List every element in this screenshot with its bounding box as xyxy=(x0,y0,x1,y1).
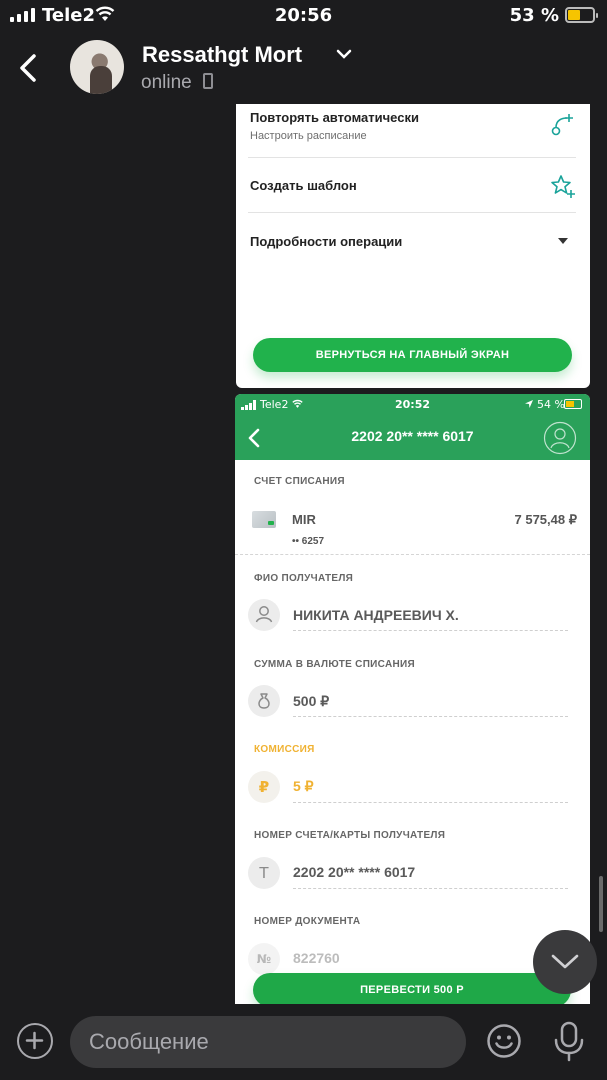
document-label: НОМЕР ДОКУМЕНТА xyxy=(254,916,361,927)
commission-label: КОМИССИЯ xyxy=(254,744,315,755)
field-underline xyxy=(293,630,568,631)
divider xyxy=(248,212,576,213)
amount-label: СУММА В ВАЛЮТЕ СПИСАНИЯ xyxy=(254,659,415,670)
money-bag-icon xyxy=(248,685,280,717)
receipt-screenshot[interactable]: Повторять автоматически Настроить распис… xyxy=(236,104,590,388)
card-balance: 7 575,48 ₽ xyxy=(514,512,578,527)
divider xyxy=(235,554,590,555)
template-title: Создать шаблон xyxy=(250,178,357,193)
recipient-card-number: 2202 20** **** 6017 xyxy=(293,864,416,880)
recipient-name: НИКИТА АНДРЕЕВИЧ Х. xyxy=(293,607,459,623)
transfer-header: 2202 20** **** 6017 xyxy=(235,416,590,460)
battery-percent: 53 % xyxy=(509,5,559,26)
message-input[interactable] xyxy=(70,1016,466,1068)
chevron-down-icon xyxy=(551,954,579,969)
emoji-icon[interactable] xyxy=(486,1023,522,1059)
commission-value: 5 ₽ xyxy=(293,778,314,794)
recipient-card-label: НОМЕР СЧЕТА/КАРТЫ ПОЛУЧАТЕЛЯ xyxy=(254,830,446,841)
card-number: •• 6257 xyxy=(292,536,325,547)
return-home-button[interactable]: ВЕРНУТЬСЯ НА ГЛАВНЫЙ ЭКРАН xyxy=(253,338,572,372)
battery-icon xyxy=(565,7,598,23)
card-icon xyxy=(252,511,276,528)
mobile-device-icon xyxy=(203,73,213,89)
profile-icon[interactable] xyxy=(543,421,577,455)
repeat-title: Повторять автоматически xyxy=(250,110,419,125)
star-add-icon xyxy=(551,175,575,198)
microphone-icon[interactable] xyxy=(551,1020,587,1062)
inner-battery-percent: 54 % xyxy=(537,398,565,411)
back-arrow-icon[interactable] xyxy=(14,48,44,88)
field-underline xyxy=(293,888,568,889)
debit-account-label: СЧЕТ СПИСАНИЯ xyxy=(254,476,345,487)
plus-icon xyxy=(25,1031,44,1050)
card-name: MIR xyxy=(292,512,316,527)
field-underline xyxy=(293,716,568,717)
scroll-down-button[interactable] xyxy=(533,930,597,994)
attach-button[interactable] xyxy=(17,1023,53,1059)
field-underline xyxy=(293,802,568,803)
dropdown-triangle-icon[interactable] xyxy=(557,236,569,246)
status-bar: Tele2 20:56 53 % xyxy=(0,0,607,32)
contact-name[interactable]: Ressathgt Mort xyxy=(142,42,302,68)
transfer-title: 2202 20** **** 6017 xyxy=(351,428,474,444)
t-letter-icon: T xyxy=(248,857,280,889)
document-number: 822760 xyxy=(293,950,340,966)
schedule-add-icon xyxy=(551,114,573,136)
divider xyxy=(248,157,576,158)
number-sign-icon: № xyxy=(248,943,280,975)
transfer-button[interactable]: ПЕРЕВЕСТИ 500 Р xyxy=(253,973,571,1004)
location-arrow-icon xyxy=(525,400,533,408)
details-title[interactable]: Подробности операции xyxy=(250,234,402,249)
repeat-subtitle: Настроить расписание xyxy=(250,130,367,142)
transfer-screenshot[interactable]: Tele2 20:52 54 % 2202 20** **** 6017 СЧЕ… xyxy=(235,394,590,1004)
chevron-down-icon[interactable] xyxy=(336,46,352,62)
inner-status-bar: Tele2 20:52 54 % xyxy=(235,394,590,416)
contact-status: online xyxy=(141,72,192,93)
person-icon xyxy=(248,599,280,631)
battery-icon xyxy=(564,399,582,409)
recipient-label: ФИО ПОЛУЧАТЕЛЯ xyxy=(254,573,354,584)
amount-value[interactable]: 500 ₽ xyxy=(293,693,329,710)
ruble-icon: ₽ xyxy=(248,771,280,803)
scrollbar[interactable] xyxy=(599,876,603,932)
contact-avatar[interactable] xyxy=(70,40,124,94)
